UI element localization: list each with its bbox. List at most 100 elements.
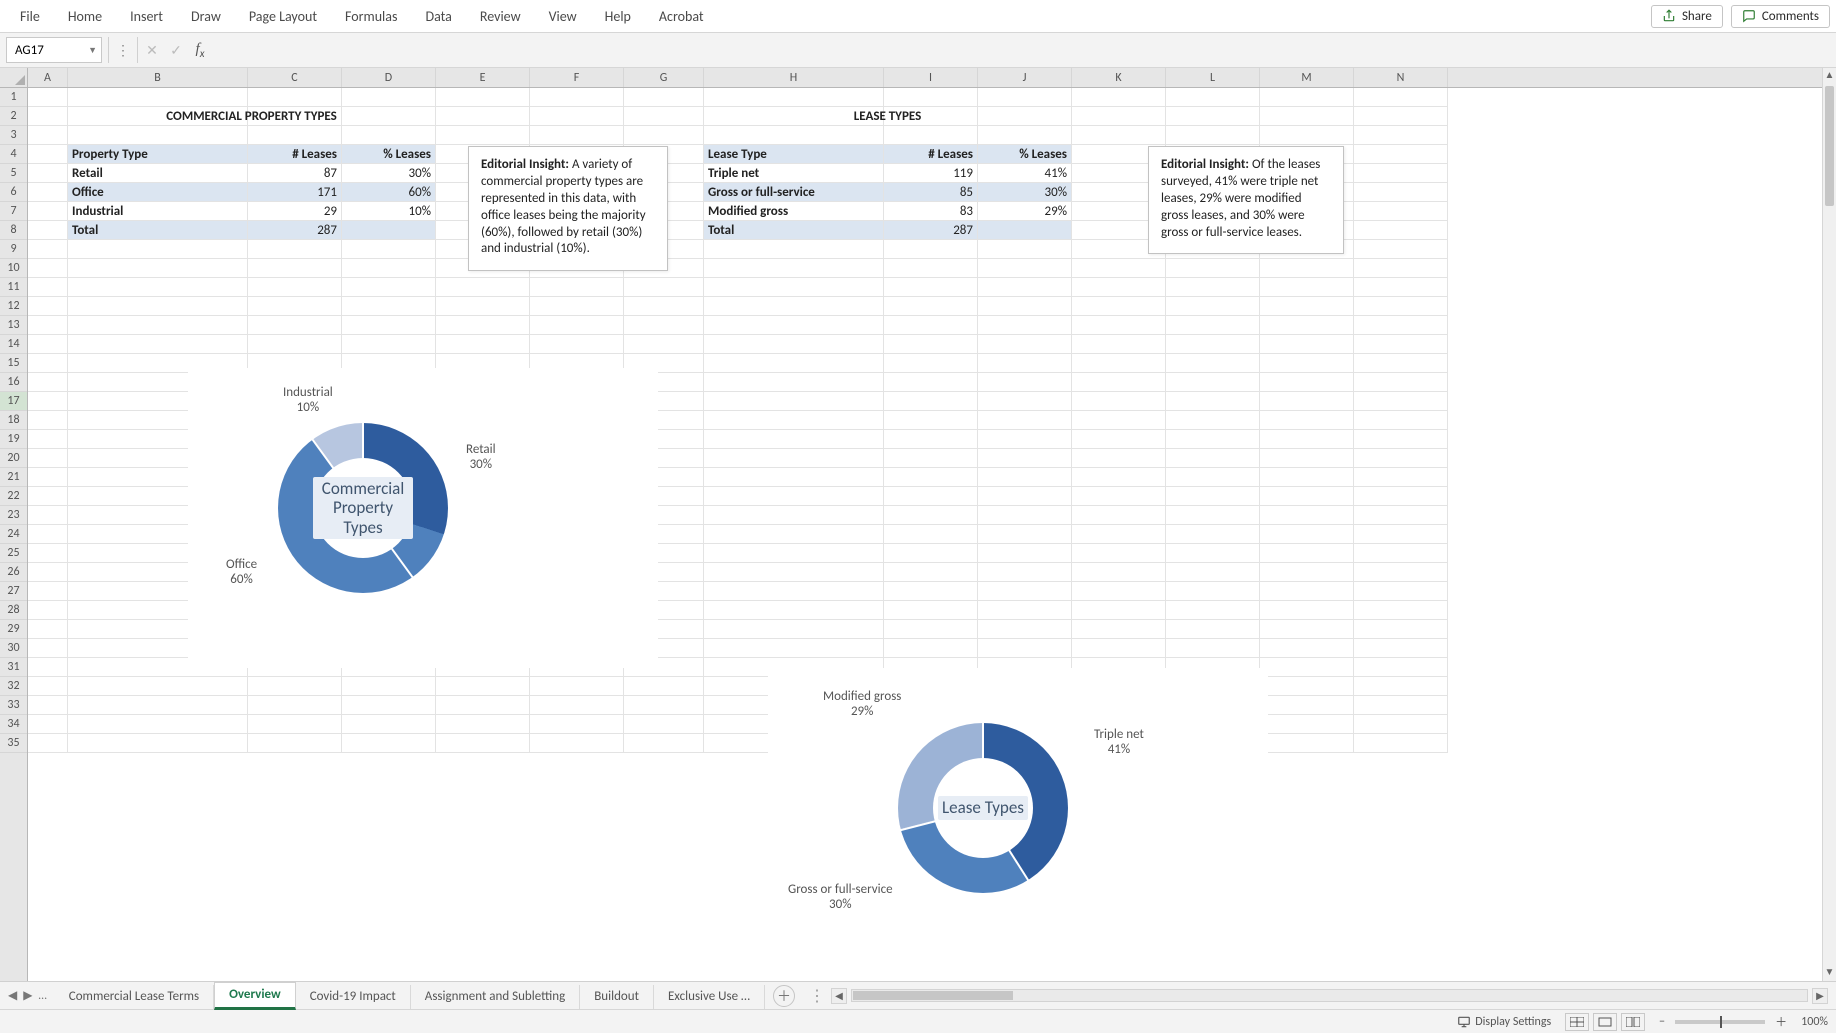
lease-h-count[interactable]: # Leases	[884, 145, 978, 164]
chart-lease-types[interactable]: Lease Types Modified gross29% Triple net…	[768, 668, 1268, 968]
horizontal-scrollbar[interactable]: ◀ ▶	[831, 988, 1836, 1004]
hscroll-track[interactable]	[851, 989, 1808, 1002]
share-button[interactable]: Share	[1651, 5, 1723, 28]
fb-more-icon[interactable]: ⋮	[111, 37, 135, 63]
select-all-corner[interactable]	[0, 68, 28, 88]
row-header-22[interactable]: 22	[0, 487, 27, 506]
lease-h-pct[interactable]: % Leases	[978, 145, 1072, 164]
lease-row-name-0[interactable]: Triple net	[704, 164, 884, 183]
row-header-18[interactable]: 18	[0, 411, 27, 430]
lease-h-type[interactable]: Lease Type	[704, 145, 884, 164]
row-header-30[interactable]: 30	[0, 639, 27, 658]
hscroll-thumb[interactable]	[853, 991, 1013, 1000]
tab-nav-next-icon[interactable]: ▶	[23, 988, 32, 1003]
row-header-12[interactable]: 12	[0, 297, 27, 316]
lease-total-label[interactable]: Total	[704, 221, 884, 240]
cell-grid[interactable]: COMMERCIAL PROPERTY TYPESLEASE TYPESProp…	[28, 88, 1822, 981]
row-header-17[interactable]: 17	[0, 392, 27, 411]
row-header-20[interactable]: 20	[0, 449, 27, 468]
row-header-11[interactable]: 11	[0, 278, 27, 297]
lease-row-p-2[interactable]: 29%	[978, 202, 1072, 221]
insight-note-1[interactable]: Editorial Insight: A variety of commerci…	[468, 146, 668, 271]
tab-nav-prev-icon[interactable]: ◀	[8, 988, 17, 1003]
menu-item-insert[interactable]: Insert	[116, 0, 177, 32]
col-header-F[interactable]: F	[530, 68, 624, 87]
prop-row-name-2[interactable]: Industrial	[68, 202, 248, 221]
prop-row-n-0[interactable]: 87	[248, 164, 342, 183]
prop-row-p-1[interactable]: 60%	[342, 183, 436, 202]
row-header-5[interactable]: 5	[0, 164, 27, 183]
row-header-29[interactable]: 29	[0, 620, 27, 639]
col-header-M[interactable]: M	[1260, 68, 1354, 87]
prop-h-pct[interactable]: % Leases	[342, 145, 436, 164]
lease-row-n-1[interactable]: 85	[884, 183, 978, 202]
prop-row-n-1[interactable]: 171	[248, 183, 342, 202]
lease-row-name-2[interactable]: Modified gross	[704, 202, 884, 221]
menu-item-review[interactable]: Review	[466, 0, 535, 32]
name-box[interactable]: AG17 ▼	[6, 37, 102, 63]
sheet-tab-exclusive-use-[interactable]: Exclusive Use …	[654, 985, 765, 1009]
row-header-35[interactable]: 35	[0, 734, 27, 753]
prop-h-count[interactable]: # Leases	[248, 145, 342, 164]
menu-item-data[interactable]: Data	[411, 0, 465, 32]
row-header-16[interactable]: 16	[0, 373, 27, 392]
sheet-tab-overview[interactable]: Overview	[214, 982, 296, 1010]
menu-item-file[interactable]: File	[6, 0, 54, 32]
prop-row-name-1[interactable]: Office	[68, 183, 248, 202]
zoom-in-button[interactable]: ＋	[1775, 1013, 1787, 1030]
sheet-tab-assignment-and-subletting[interactable]: Assignment and Subletting	[411, 985, 580, 1009]
row-header-28[interactable]: 28	[0, 601, 27, 620]
view-page-break-button[interactable]	[1621, 1013, 1645, 1031]
col-header-K[interactable]: K	[1072, 68, 1166, 87]
vertical-scrollbar[interactable]: ▲ ▼	[1822, 68, 1836, 981]
view-page-layout-button[interactable]	[1593, 1013, 1617, 1031]
row-header-27[interactable]: 27	[0, 582, 27, 601]
hscroll-right-icon[interactable]: ▶	[1812, 988, 1828, 1004]
menu-item-draw[interactable]: Draw	[177, 0, 235, 32]
col-header-G[interactable]: G	[624, 68, 704, 87]
row-header-33[interactable]: 33	[0, 696, 27, 715]
tab-nav-more-icon[interactable]: …	[38, 989, 46, 1003]
scroll-down-icon[interactable]: ▼	[1823, 965, 1836, 981]
row-headers[interactable]: 1234567891011121314151617181920212223242…	[0, 88, 28, 981]
row-header-10[interactable]: 10	[0, 259, 27, 278]
menu-item-home[interactable]: Home	[54, 0, 116, 32]
title-lease-types[interactable]: LEASE TYPES	[704, 107, 1072, 126]
menu-item-acrobat[interactable]: Acrobat	[645, 0, 718, 32]
row-header-9[interactable]: 9	[0, 240, 27, 259]
prop-row-name-0[interactable]: Retail	[68, 164, 248, 183]
lease-row-name-1[interactable]: Gross or full-service	[704, 183, 884, 202]
zoom-slider[interactable]	[1675, 1020, 1765, 1024]
row-header-13[interactable]: 13	[0, 316, 27, 335]
row-header-25[interactable]: 25	[0, 544, 27, 563]
row-header-21[interactable]: 21	[0, 468, 27, 487]
prop-total-label[interactable]: Total	[68, 221, 248, 240]
row-header-24[interactable]: 24	[0, 525, 27, 544]
col-header-L[interactable]: L	[1166, 68, 1260, 87]
row-header-7[interactable]: 7	[0, 202, 27, 221]
menu-item-view[interactable]: View	[535, 0, 591, 32]
fx-icon[interactable]: fx	[188, 37, 212, 63]
row-header-26[interactable]: 26	[0, 563, 27, 582]
row-header-15[interactable]: 15	[0, 354, 27, 373]
row-header-2[interactable]: 2	[0, 107, 27, 126]
col-header-J[interactable]: J	[978, 68, 1072, 87]
col-header-H[interactable]: H	[704, 68, 884, 87]
scroll-thumb[interactable]	[1825, 86, 1834, 206]
title-prop-types[interactable]: COMMERCIAL PROPERTY TYPES	[68, 107, 436, 126]
row-header-19[interactable]: 19	[0, 430, 27, 449]
cancel-icon[interactable]: ✕	[140, 37, 164, 63]
col-header-I[interactable]: I	[884, 68, 978, 87]
row-header-14[interactable]: 14	[0, 335, 27, 354]
col-header-C[interactable]: C	[248, 68, 342, 87]
add-sheet-button[interactable]: ＋	[773, 985, 795, 1007]
prop-row-p-2[interactable]: 10%	[342, 202, 436, 221]
row-header-31[interactable]: 31	[0, 658, 27, 677]
row-header-4[interactable]: 4	[0, 145, 27, 164]
col-header-N[interactable]: N	[1354, 68, 1448, 87]
row-header-23[interactable]: 23	[0, 506, 27, 525]
column-headers[interactable]: ABCDEFGHIJKLMN	[28, 68, 1822, 88]
menu-item-page-layout[interactable]: Page Layout	[235, 0, 331, 32]
sheet-tab-covid-19-impact[interactable]: Covid-19 Impact	[296, 985, 411, 1009]
row-header-3[interactable]: 3	[0, 126, 27, 145]
